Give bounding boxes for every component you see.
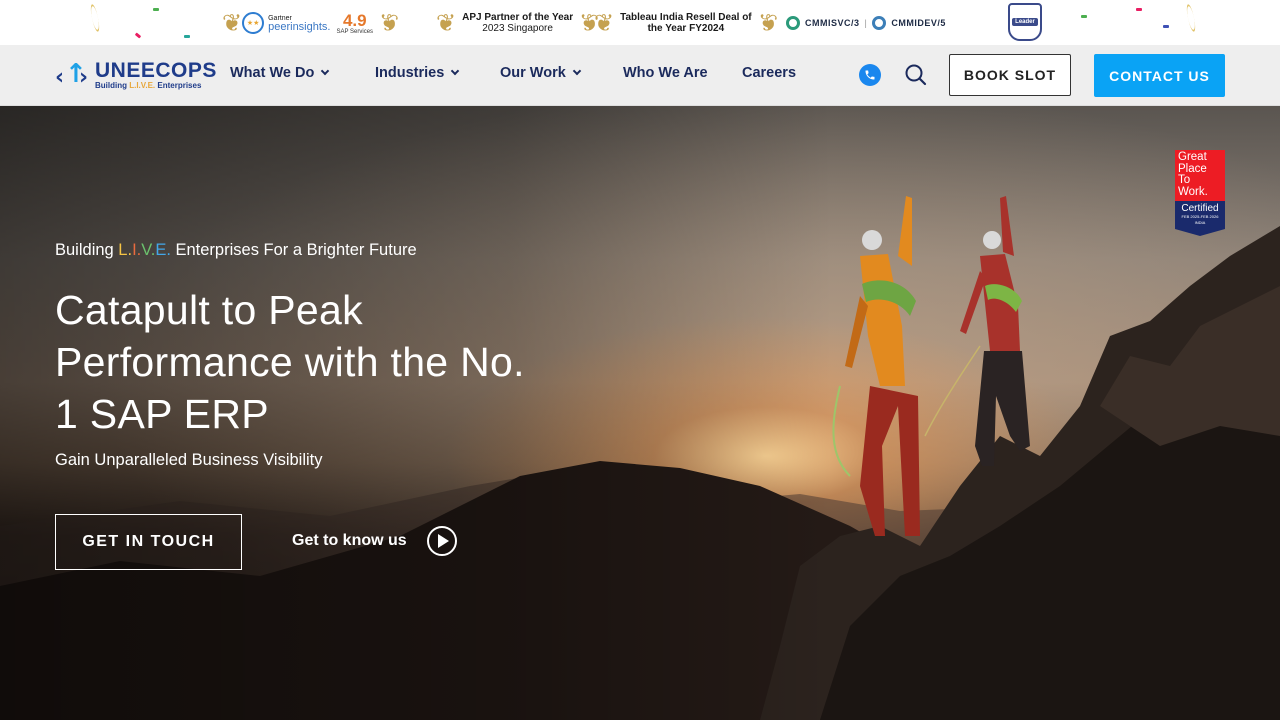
apj-award: ❦ APJ Partner of the Year 2023 Singapore… — [436, 4, 599, 42]
nav-who-we-are[interactable]: Who We Are — [623, 65, 708, 81]
confetti-piece — [1136, 8, 1142, 11]
main-navigation: ‹ ↑ › UNEECOPS Building L.I.V.E. Enterpr… — [0, 45, 1280, 106]
logo-wordmark: UNEECOPS — [95, 59, 217, 82]
gartner-score-block: 4.9 SAP Services — [330, 12, 379, 35]
gartner-score-label: SAP Services — [336, 28, 374, 35]
get-in-touch-button[interactable]: GET IN TOUCH — [55, 514, 242, 570]
laurel-right-icon: ❦ — [379, 9, 400, 37]
confetti-streamer — [1185, 3, 1197, 33]
chevron-down-icon — [321, 66, 330, 76]
cmmi-certifications: CMMISVC/3 | CMMIDEV/5 — [786, 4, 946, 42]
laurel-right-icon: ❦ — [757, 9, 778, 37]
cmmi-dev-label: CMMIDEV/5 — [891, 18, 946, 28]
logo-tagline: Building L.I.V.E. Enterprises — [95, 81, 202, 90]
divider: | — [864, 18, 868, 28]
hero-subheadline: Gain Unparalleled Business Visibility — [55, 451, 323, 469]
laurel-left-icon: ❦ — [222, 9, 243, 37]
cmmi-dev-icon — [872, 16, 887, 30]
confetti-piece — [1081, 15, 1087, 18]
phone-icon — [865, 70, 875, 80]
great-place-to-work-badge: Great Place To Work. Certified FEB 2025-… — [1175, 150, 1225, 236]
awards-banner: ❦ ★★ Gartner peerinsights. 4.9 SAP Servi… — [0, 0, 1280, 45]
chevron-down-icon — [572, 66, 582, 76]
tableau-award-title: Tableau India Resell Deal of — [620, 12, 752, 23]
confetti-piece — [153, 8, 159, 11]
gartner-stars-icon: ★★ — [242, 12, 265, 34]
chevron-down-icon — [451, 66, 460, 76]
uneecops-logo[interactable]: ‹ ↑ › UNEECOPS Building L.I.V.E. Enterpr… — [55, 59, 217, 91]
apj-award-title: APJ Partner of the Year — [462, 12, 574, 23]
book-slot-button[interactable]: BOOK SLOT — [949, 54, 1071, 96]
nav-our-work[interactable]: Our Work — [500, 65, 582, 81]
logo-arrows-icon: ‹ ↑ › — [55, 59, 89, 90]
hero-banner: Great Place To Work. Certified FEB 2025-… — [0, 106, 1280, 720]
confetti-piece — [1163, 25, 1169, 28]
gartner-award: ❦ ★★ Gartner peerinsights. 4.9 SAP Servi… — [222, 4, 399, 42]
cmmi-svc-label: CMMISVC/3 — [805, 18, 860, 28]
search-button[interactable] — [903, 62, 929, 88]
confetti-piece — [134, 32, 142, 39]
laurel-left-icon: ❦ — [594, 9, 615, 37]
phone-button[interactable] — [859, 64, 881, 86]
hero-headline: Catapult to Peak Performance with the No… — [55, 287, 525, 437]
gartner-product: peerinsights. — [268, 21, 331, 33]
get-to-know-us-link[interactable]: Get to know us — [292, 526, 457, 556]
tableau-award: ❦ Tableau India Resell Deal of the Year … — [594, 4, 778, 42]
apj-award-sub: 2023 Singapore — [482, 23, 553, 34]
cmmi-svc-icon — [786, 16, 800, 30]
search-icon — [905, 64, 927, 86]
nav-industries[interactable]: Industries — [375, 65, 460, 81]
nav-careers[interactable]: Careers — [742, 65, 796, 81]
get-to-know-us-label: Get to know us — [292, 532, 407, 549]
contact-us-button[interactable]: CONTACT US — [1094, 54, 1225, 97]
confetti-streamer — [89, 3, 101, 33]
leader-badge: Leader — [1008, 3, 1042, 41]
tableau-award-sub: the Year FY2024 — [647, 23, 725, 34]
hero-eyebrow: Building L.I.V.E. Enterprises For a Brig… — [55, 241, 417, 259]
confetti-piece — [184, 35, 190, 38]
gartner-score: 4.9 — [342, 10, 367, 30]
gartner-peer-insights: ★★ Gartner peerinsights. — [242, 12, 330, 34]
laurel-left-icon: ❦ — [436, 9, 457, 37]
play-icon — [426, 526, 457, 556]
leader-badge-label: Leader — [1012, 18, 1038, 26]
nav-what-we-do[interactable]: What We Do — [230, 65, 330, 81]
